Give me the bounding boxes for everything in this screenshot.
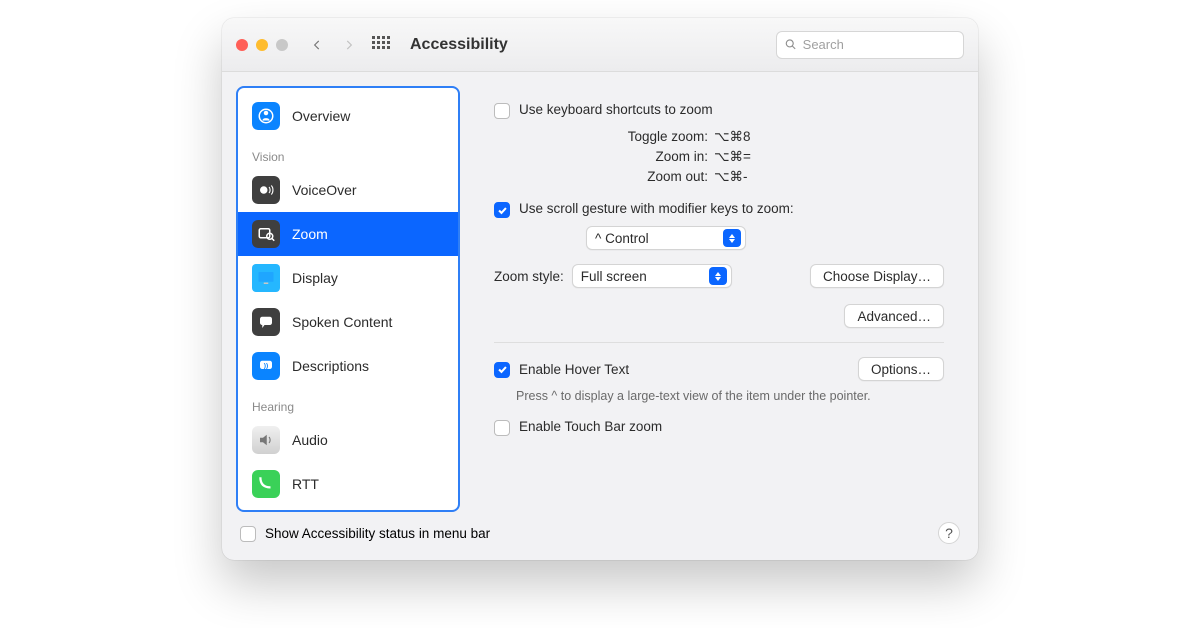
sidebar-label: Display bbox=[292, 270, 338, 286]
grid-icon[interactable] bbox=[372, 36, 390, 54]
hover-text-row: Enable Hover Text Options… bbox=[494, 357, 944, 381]
options-button[interactable]: Options… bbox=[858, 357, 944, 381]
zoom-style-select[interactable]: Full screen bbox=[572, 264, 732, 288]
use-keyboard-checkbox[interactable] bbox=[494, 103, 510, 119]
sidebar-item-rtt[interactable]: RTT bbox=[238, 462, 458, 506]
preferences-window: Accessibility Overview Vision VoiceOver bbox=[222, 18, 978, 560]
search-icon bbox=[785, 38, 797, 51]
content-pane: Use keyboard shortcuts to zoom Toggle zo… bbox=[474, 86, 964, 512]
search-field[interactable] bbox=[776, 31, 964, 59]
sidebar-label: Audio bbox=[292, 432, 328, 448]
sidebar-label: Zoom bbox=[292, 226, 328, 242]
sidebar-label: Overview bbox=[292, 108, 350, 124]
descriptions-icon: )) bbox=[252, 352, 280, 380]
hover-text-checkbox[interactable] bbox=[494, 362, 510, 378]
zoom-in-label: Zoom in: bbox=[494, 147, 714, 167]
close-icon[interactable] bbox=[236, 39, 248, 51]
modifier-select[interactable]: ^ Control bbox=[586, 226, 746, 250]
advanced-button[interactable]: Advanced… bbox=[844, 304, 944, 328]
touch-bar-label: Enable Touch Bar zoom bbox=[519, 419, 662, 434]
status-menubar-label: Show Accessibility status in menu bar bbox=[265, 526, 490, 541]
zoom-style-label: Zoom style: bbox=[494, 269, 564, 284]
toolbar: Accessibility bbox=[222, 18, 978, 72]
zoom-icon bbox=[252, 220, 280, 248]
sidebar: Overview Vision VoiceOver Zoom Display bbox=[236, 86, 460, 512]
chevron-updown-icon bbox=[723, 229, 741, 247]
search-input[interactable] bbox=[803, 37, 955, 52]
divider bbox=[494, 342, 944, 343]
sidebar-label: RTT bbox=[292, 476, 319, 492]
sidebar-item-zoom[interactable]: Zoom bbox=[238, 212, 458, 256]
use-keyboard-row: Use keyboard shortcuts to zoom bbox=[494, 102, 944, 119]
toggle-label: Toggle zoom: bbox=[494, 127, 714, 147]
voiceover-icon bbox=[252, 176, 280, 204]
use-keyboard-label: Use keyboard shortcuts to zoom bbox=[519, 102, 713, 117]
overview-icon bbox=[252, 102, 280, 130]
sidebar-item-display[interactable]: Display bbox=[238, 256, 458, 300]
hover-text-label: Enable Hover Text bbox=[519, 362, 629, 377]
footer: Show Accessibility status in menu bar ? bbox=[222, 522, 978, 560]
zoom-out-label: Zoom out: bbox=[494, 167, 714, 187]
sidebar-label: VoiceOver bbox=[292, 182, 357, 198]
svg-text:)): )) bbox=[264, 363, 269, 370]
zoom-style-row: Zoom style: Full screen Choose Display… bbox=[494, 264, 944, 288]
help-button[interactable]: ? bbox=[938, 522, 960, 544]
zoom-style-value: Full screen bbox=[581, 269, 647, 284]
sidebar-label: Descriptions bbox=[292, 358, 369, 374]
toggle-keys: ⌥⌘8 bbox=[714, 127, 751, 147]
touch-bar-row: Enable Touch Bar zoom bbox=[494, 419, 944, 436]
sidebar-item-spoken[interactable]: Spoken Content bbox=[238, 300, 458, 344]
zoom-out-keys: ⌥⌘- bbox=[714, 167, 748, 187]
sidebar-item-descriptions[interactable]: )) Descriptions bbox=[238, 344, 458, 388]
window-title: Accessibility bbox=[410, 36, 508, 54]
zoom-in-keys: ⌥⌘= bbox=[714, 147, 751, 167]
use-scroll-label: Use scroll gesture with modifier keys to… bbox=[519, 201, 794, 216]
choose-display-button[interactable]: Choose Display… bbox=[810, 264, 944, 288]
touch-bar-checkbox[interactable] bbox=[494, 420, 510, 436]
body: Overview Vision VoiceOver Zoom Display bbox=[222, 72, 978, 522]
sidebar-item-overview[interactable]: Overview bbox=[238, 94, 458, 138]
display-icon bbox=[252, 264, 280, 292]
use-scroll-checkbox[interactable] bbox=[494, 202, 510, 218]
minimize-icon[interactable] bbox=[256, 39, 268, 51]
rtt-icon bbox=[252, 470, 280, 498]
chevron-updown-icon bbox=[709, 267, 727, 285]
sidebar-label: Spoken Content bbox=[292, 314, 392, 330]
shortcuts-block: Toggle zoom:⌥⌘8 Zoom in:⌥⌘= Zoom out:⌥⌘- bbox=[494, 127, 944, 187]
sidebar-item-audio[interactable]: Audio bbox=[238, 418, 458, 462]
use-scroll-row: Use scroll gesture with modifier keys to… bbox=[494, 201, 944, 218]
window-controls bbox=[236, 39, 288, 51]
status-menubar-checkbox[interactable] bbox=[240, 526, 256, 542]
sidebar-item-voiceover[interactable]: VoiceOver bbox=[238, 168, 458, 212]
modifier-value: ^ Control bbox=[595, 231, 649, 246]
spoken-content-icon bbox=[252, 308, 280, 336]
audio-icon bbox=[252, 426, 280, 454]
hover-hint: Press ^ to display a large-text view of … bbox=[516, 389, 944, 403]
sidebar-section-hearing: Hearing bbox=[238, 388, 458, 418]
zoom-window-icon[interactable] bbox=[276, 39, 288, 51]
back-button[interactable] bbox=[306, 34, 328, 56]
sidebar-section-vision: Vision bbox=[238, 138, 458, 168]
forward-button[interactable] bbox=[338, 34, 360, 56]
